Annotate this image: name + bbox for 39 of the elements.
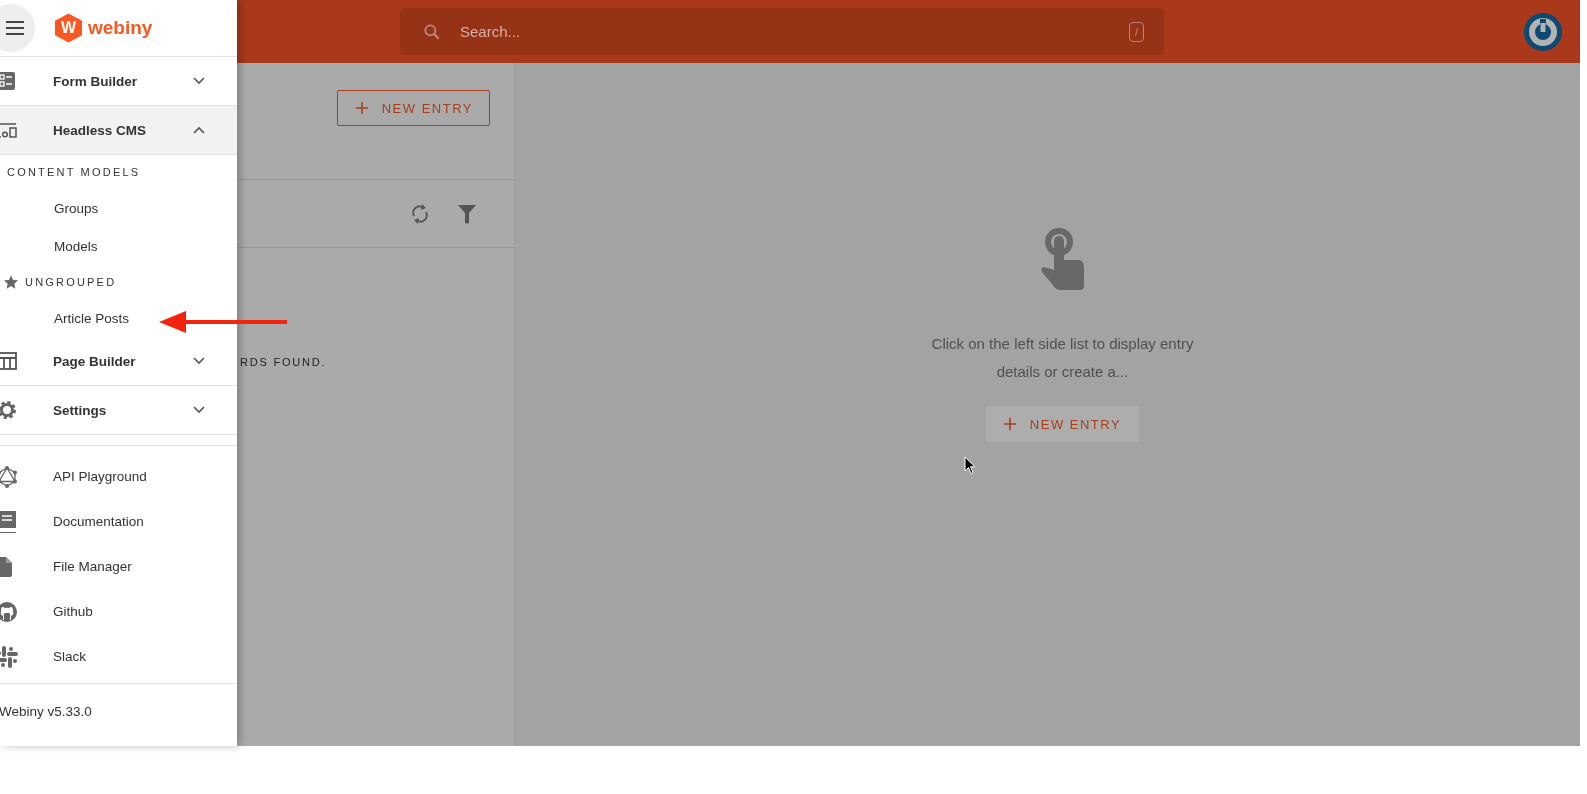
nav-group[interactable]: Headless CMS [0,106,237,155]
nav-link[interactable]: Article Posts [54,310,130,326]
nav-link[interactable]: Slack [53,649,86,664]
chevron-down-icon [193,77,205,85]
file-icon [0,556,12,577]
nav-link[interactable]: Github [53,604,93,619]
nav-link[interactable]: API Playground [53,469,147,484]
section-heading: UNGROUPED [25,276,117,288]
filter-icon[interactable] [458,203,476,224]
nav-link[interactable]: File Manager [53,559,132,574]
menu-icon [6,21,24,35]
chevron-up-icon [193,126,205,134]
plus-icon [355,102,368,114]
mouse-cursor-icon [964,456,976,475]
plus-icon [1003,418,1016,430]
section-heading: CONTENT MODELS [6,166,141,178]
nav-group[interactable]: Page Builder [0,337,237,386]
refresh-icon[interactable] [410,202,430,225]
search-input[interactable]: Search... [458,22,1113,41]
table-layout-icon [0,352,17,370]
chevron-down-icon [193,406,205,414]
devices-icon [0,122,17,138]
search-icon [422,21,442,42]
logo-text: webiny [88,17,153,39]
settings-icon [0,400,17,420]
nav-link[interactable]: Documentation [53,514,144,529]
logo-mark: W [55,13,82,43]
chevron-down-icon [193,357,205,365]
graph-icon [0,465,18,488]
empty-list-message: RDS FOUND. [240,356,328,368]
nav-link[interactable]: Groups [54,200,99,216]
touch-hand-icon [1039,226,1086,292]
empty-detail-message: Click on the left side list to display entry details or create a... [930,334,1195,382]
shortcut-key: / [1128,21,1144,42]
nav-group[interactable]: Settings [0,386,237,435]
slack-icon [0,645,18,668]
menu-button[interactable] [0,4,35,52]
nav-link[interactable]: Models [54,238,98,254]
power-avatar-icon[interactable] [1524,12,1562,51]
